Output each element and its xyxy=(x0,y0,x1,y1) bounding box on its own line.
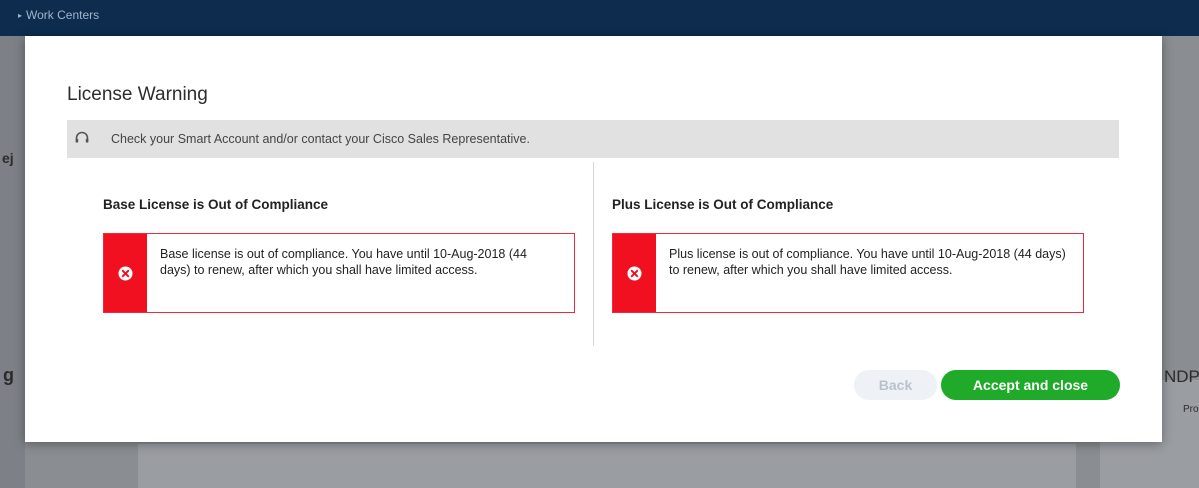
nav-item-work-centers[interactable]: ▸ Work Centers xyxy=(18,8,99,22)
dialog-title: License Warning xyxy=(67,84,208,105)
base-license-alert-message: Base license is out of compliance. You h… xyxy=(160,247,527,277)
column-divider xyxy=(593,162,594,346)
back-button[interactable]: Back xyxy=(854,370,937,400)
background-text-fragment: NDP xyxy=(1164,367,1199,386)
plus-license-heading: Plus License is Out of Compliance xyxy=(612,197,834,212)
info-banner: Check your Smart Account and/or contact … xyxy=(67,120,1119,158)
error-circle-icon xyxy=(118,266,133,281)
nav-item-label: Work Centers xyxy=(26,8,100,22)
background-left-panel xyxy=(0,36,25,488)
plus-license-alert-message: Plus license is out of compliance. You h… xyxy=(669,247,1066,277)
background-text-fragment: ej xyxy=(2,150,14,166)
base-license-alert: Base license is out of compliance. You h… xyxy=(103,233,575,313)
license-warning-dialog: License Warning Check your Smart Account… xyxy=(25,36,1162,442)
alert-icon-strip xyxy=(104,234,147,312)
background-card xyxy=(138,444,1076,488)
plus-license-alert: Plus license is out of compliance. You h… xyxy=(612,233,1084,313)
base-license-heading: Base License is Out of Compliance xyxy=(103,197,329,212)
error-circle-icon xyxy=(627,266,642,281)
headset-icon xyxy=(75,131,89,143)
background-text-fragment: g xyxy=(3,365,14,385)
alert-icon-strip xyxy=(613,234,656,312)
top-nav-bar: ▸ Work Centers xyxy=(0,0,1199,36)
info-banner-text: Check your Smart Account and/or contact … xyxy=(111,132,530,146)
background-text-fragment: Pro xyxy=(1183,404,1199,415)
caret-right-icon: ▸ xyxy=(18,11,23,20)
accept-and-close-button[interactable]: Accept and close xyxy=(941,370,1120,400)
